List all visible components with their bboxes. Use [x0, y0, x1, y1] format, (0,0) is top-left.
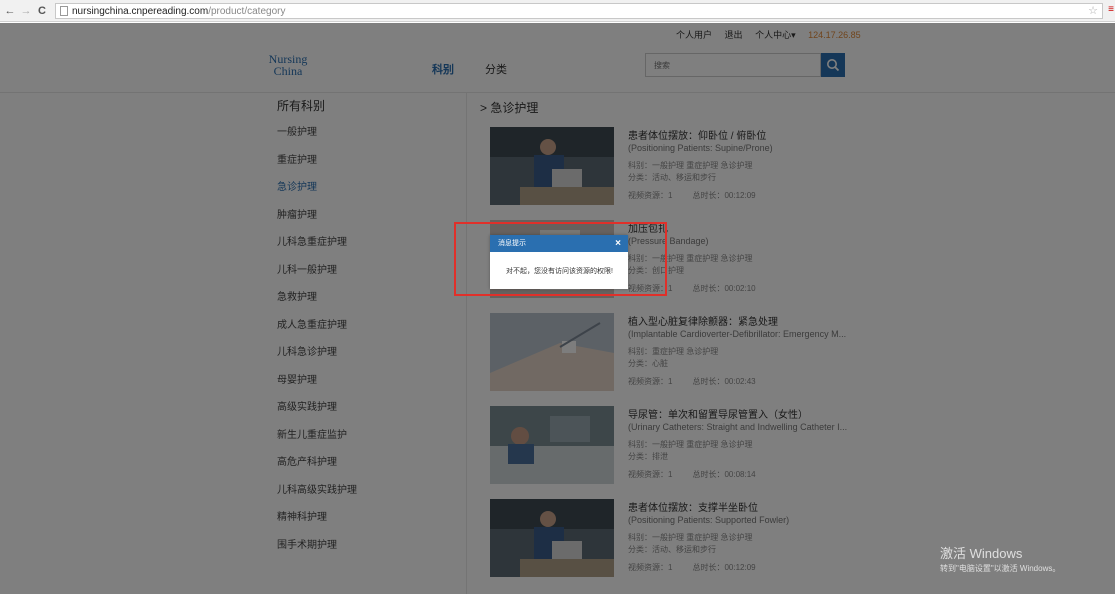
modal-overlay[interactable] — [0, 23, 1115, 594]
forward-icon[interactable]: → — [20, 5, 32, 17]
watermark-line1: 激活 Windows — [940, 546, 1023, 561]
bookmark-star-icon[interactable]: ☆ — [1088, 4, 1098, 17]
address-bar[interactable]: nursingchina.cnpereading.com /product/ca… — [55, 3, 1103, 19]
browser-toolbar: ← → C nursingchina.cnpereading.com /prod… — [0, 0, 1115, 22]
page-icon — [60, 6, 68, 16]
browser-menu-icon[interactable]: ≡ — [1108, 4, 1114, 15]
back-icon[interactable]: ← — [4, 5, 16, 17]
watermark-line2: 转到"电脑设置"以激活 Windows。 — [940, 564, 1061, 573]
reload-icon[interactable]: C — [36, 5, 48, 17]
windows-activation-watermark: 激活 Windows 转到"电脑设置"以激活 Windows。 — [940, 543, 1060, 574]
url-host: nursingchina.cnpereading.com — [72, 5, 209, 17]
highlight-annotation — [454, 222, 667, 296]
url-path: /product/category — [208, 5, 286, 17]
